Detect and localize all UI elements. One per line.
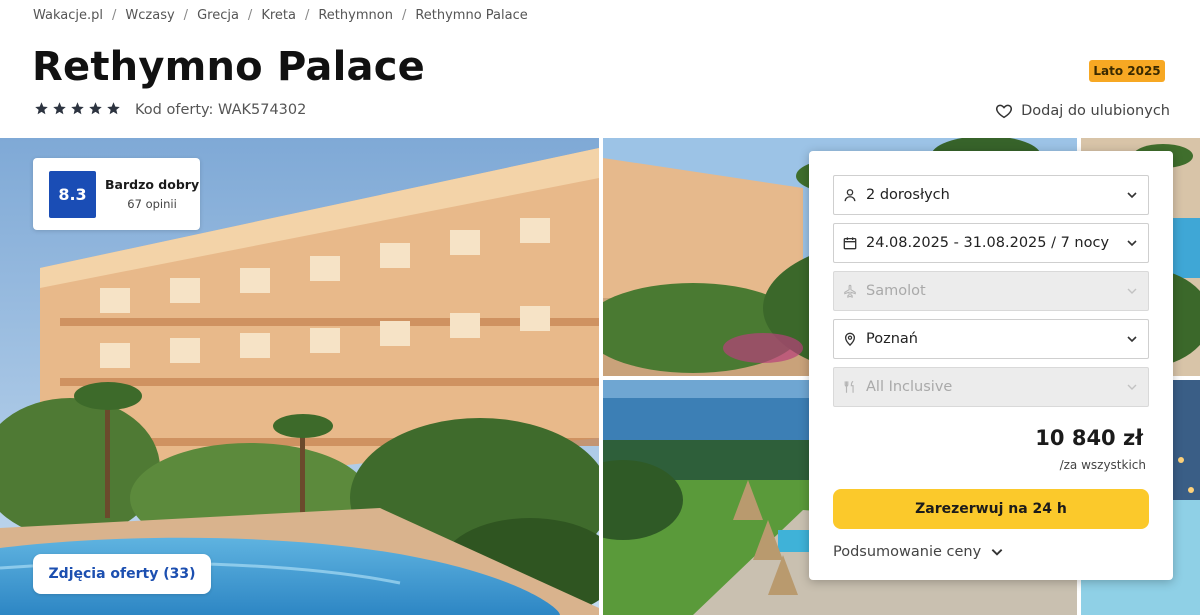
star-icon bbox=[35, 102, 48, 115]
offer-code: Kod oferty: WAK574302 bbox=[135, 102, 307, 118]
transport-select: Samolot bbox=[833, 271, 1149, 311]
dates-value: 24.08.2025 - 31.08.2025 / 7 nocy bbox=[866, 235, 1110, 251]
breadcrumb-separator: / bbox=[183, 8, 189, 23]
breadcrumb-separator: / bbox=[247, 8, 253, 23]
rating-card[interactable]: 8.3 Bardzo dobry 67 opinii bbox=[33, 158, 200, 230]
board-select: All Inclusive bbox=[833, 367, 1149, 407]
departure-value: Poznań bbox=[866, 331, 918, 347]
breadcrumb-item-rethymnon[interactable]: Rethymnon bbox=[318, 8, 393, 23]
star-icon bbox=[53, 102, 66, 115]
breadcrumb-separator: / bbox=[112, 8, 117, 23]
add-to-favorites-label: Dodaj do ulubionych bbox=[1021, 103, 1170, 119]
breadcrumb-item-wakacje[interactable]: Wakacje.pl bbox=[33, 8, 103, 23]
chevron-down-icon bbox=[1127, 288, 1137, 294]
chevron-down-icon bbox=[1127, 384, 1137, 390]
booking-panel: 2 dorosłych 24.08.2025 - 31.08.2025 / 7 … bbox=[809, 151, 1173, 580]
guests-value: 2 dorosłych bbox=[866, 187, 950, 203]
star-icon bbox=[107, 102, 120, 115]
breadcrumb-item-grecja[interactable]: Grecja bbox=[197, 8, 239, 23]
utensils-icon bbox=[844, 380, 854, 393]
board-value: All Inclusive bbox=[866, 379, 953, 395]
breadcrumb: Wakacje.pl / Wczasy / Grecja / Kreta / R… bbox=[33, 8, 528, 23]
hotel-stars bbox=[34, 101, 121, 116]
chevron-down-icon bbox=[991, 549, 1003, 556]
price-summary-toggle[interactable]: Podsumowanie ceny bbox=[833, 544, 1004, 560]
season-badge: Lato 2025 bbox=[1089, 60, 1165, 82]
airplane-icon bbox=[844, 284, 856, 298]
breadcrumb-separator: / bbox=[304, 8, 310, 23]
page-title: Rethymno Palace bbox=[32, 44, 425, 90]
guests-select[interactable]: 2 dorosłych bbox=[833, 175, 1149, 215]
heart-icon bbox=[996, 104, 1013, 119]
chevron-down-icon bbox=[1127, 336, 1137, 343]
star-icon bbox=[71, 102, 84, 115]
chevron-down-icon bbox=[1127, 240, 1137, 247]
calendar-icon bbox=[843, 237, 857, 250]
transport-value: Samolot bbox=[866, 283, 926, 299]
star-icon bbox=[89, 102, 102, 115]
rating-score: 8.3 bbox=[49, 170, 96, 218]
departure-select[interactable]: Poznań bbox=[833, 319, 1149, 359]
review-count[interactable]: 67 opinii bbox=[127, 197, 177, 211]
rating-text: Bardzo dobry 67 opinii bbox=[105, 177, 199, 211]
location-pin-icon bbox=[844, 332, 856, 346]
breadcrumb-item-wczasy[interactable]: Wczasy bbox=[125, 8, 174, 23]
offer-photos-button[interactable]: Zdjęcia oferty (33) bbox=[33, 554, 211, 594]
add-to-favorites-button[interactable]: Dodaj do ulubionych bbox=[995, 102, 1170, 120]
price-summary-label: Podsumowanie ceny bbox=[833, 544, 982, 560]
reserve-button[interactable]: Zarezerwuj na 24 h bbox=[833, 489, 1149, 529]
breadcrumb-item-current: Rethymno Palace bbox=[415, 8, 528, 23]
breadcrumb-separator: / bbox=[401, 8, 407, 23]
dates-select[interactable]: 24.08.2025 - 31.08.2025 / 7 nocy bbox=[833, 223, 1149, 263]
person-icon bbox=[844, 189, 856, 202]
total-price: 10 840 zł bbox=[1035, 426, 1143, 450]
chevron-down-icon bbox=[1127, 192, 1137, 199]
breadcrumb-item-kreta[interactable]: Kreta bbox=[261, 8, 296, 23]
price-note: /za wszystkich bbox=[1059, 458, 1146, 472]
rating-label: Bardzo dobry bbox=[105, 177, 200, 192]
